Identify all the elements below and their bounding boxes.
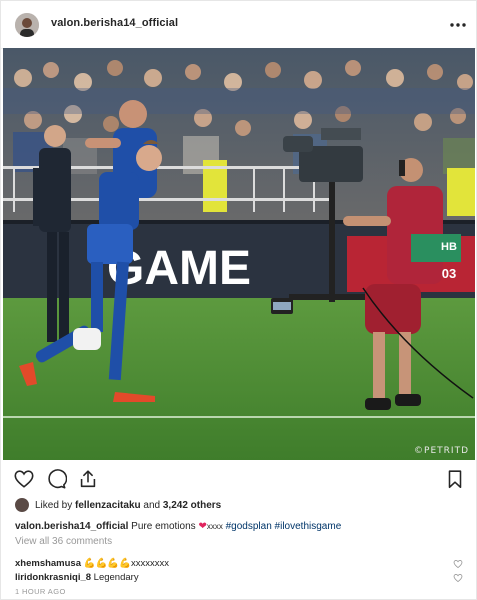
liker-avatar[interactable] — [15, 498, 29, 512]
comment-item: xhemshamusa 💪💪💪💪xxxxxxxx — [15, 558, 169, 569]
action-bar — [1, 464, 476, 494]
comment-username[interactable]: liridonkrasniqi_8 — [15, 572, 91, 583]
likes-middle: and — [143, 499, 161, 511]
bib-number: 03 — [442, 266, 456, 281]
comment-item: liridonkrasniqi_8 Legendary — [15, 572, 139, 583]
hashtag-ilovethisgame[interactable]: #ilovethisgame — [275, 521, 342, 532]
post-header: valon.berisha14_official — [1, 1, 476, 49]
likes-row: Liked by fellenzacitaku and 3,242 others — [15, 496, 221, 514]
share-icon[interactable] — [77, 468, 99, 490]
view-all-comments-link[interactable]: View all 36 comments — [15, 536, 112, 547]
avatar[interactable] — [15, 13, 39, 37]
heart-emoji: ❤ — [198, 521, 207, 532]
photo-watermark: ©PETRITD — [414, 446, 469, 456]
comment-like-icon[interactable] — [453, 559, 463, 569]
steward-vest — [447, 168, 475, 216]
post-timestamp: 1 HOUR AGO — [15, 587, 66, 596]
bib-hb: HB — [441, 241, 457, 253]
caption-username[interactable]: valon.berisha14_official — [15, 521, 128, 532]
comment-icon[interactable] — [45, 468, 67, 490]
heart-icon[interactable] — [13, 468, 35, 490]
hashtag-godsplan[interactable]: #godsplan — [226, 521, 272, 532]
post-caption: valon.berisha14_official Pure emotions ❤… — [15, 520, 341, 533]
caption-suffix: xxxx — [206, 522, 223, 531]
comment-like-icon[interactable] — [453, 573, 463, 583]
post-username[interactable]: valon.berisha14_official — [51, 17, 178, 29]
comment-text: 💪💪💪💪xxxxxxxx — [83, 558, 169, 569]
comment-username[interactable]: xhemshamusa — [15, 558, 81, 569]
post-photo[interactable]: GAME HB 03 ©PETRITD — [3, 48, 475, 460]
liker-username[interactable]: fellenzacitaku — [75, 500, 141, 511]
bookmark-icon[interactable] — [444, 468, 466, 490]
comment-text: Legendary — [93, 572, 139, 583]
likes-prefix: Liked by — [35, 499, 73, 511]
caption-text: Pure emotions — [131, 521, 196, 532]
likes-count[interactable]: 3,242 others — [163, 500, 221, 511]
instagram-post: valon.berisha14_official GAME HB 03 ©PET… — [0, 0, 477, 600]
more-options-icon[interactable] — [448, 15, 468, 35]
